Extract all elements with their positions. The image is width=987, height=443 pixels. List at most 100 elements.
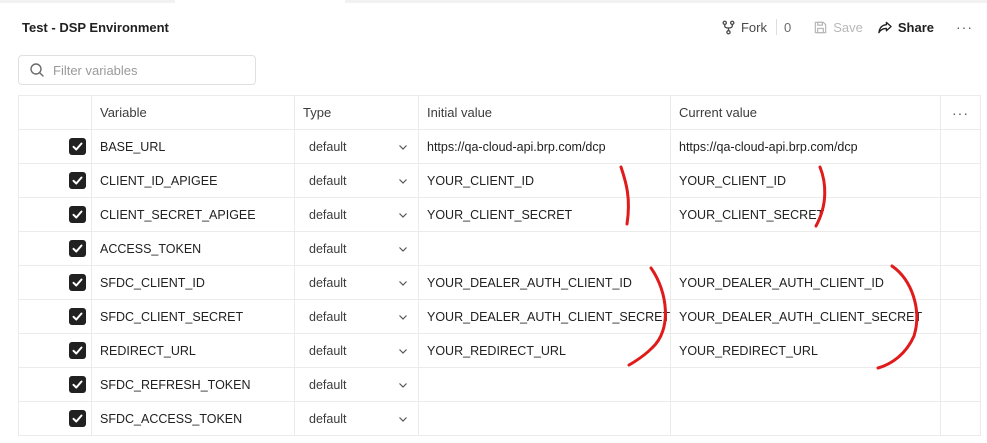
table-row: CLIENT_ID_APIGEE default YOUR_CLIENT_ID …	[18, 163, 981, 198]
current-value-cell[interactable]	[670, 367, 941, 402]
chevron-down-icon	[399, 314, 407, 320]
chevron-down-icon	[399, 178, 407, 184]
variable-name-cell[interactable]: REDIRECT_URL	[91, 333, 295, 368]
select-column-header	[18, 95, 92, 130]
table-header-row: Variable Type Initial value Current valu…	[18, 95, 981, 130]
checkmark-icon	[72, 380, 83, 389]
table-row: ACCESS_TOKEN default	[18, 231, 981, 266]
save-button[interactable]: Save	[813, 20, 863, 35]
row-checkbox[interactable]	[69, 308, 86, 325]
type-value: default	[309, 207, 347, 222]
type-cell[interactable]: default	[294, 163, 419, 198]
row-checkbox-cell	[18, 129, 92, 164]
type-cell[interactable]: default	[294, 265, 419, 300]
row-spacer-cell	[940, 163, 981, 198]
initial-value-cell[interactable]: YOUR_CLIENT_ID	[418, 163, 671, 198]
chevron-down-icon	[399, 416, 407, 422]
current-value-cell[interactable]: YOUR_DEALER_AUTH_CLIENT_SECRET	[670, 299, 941, 334]
current-value-cell[interactable]: YOUR_DEALER_AUTH_CLIENT_ID	[670, 265, 941, 300]
checkmark-icon	[72, 244, 83, 253]
type-cell[interactable]: default	[294, 401, 419, 436]
fork-button[interactable]: Fork	[721, 20, 767, 35]
table-row: REDIRECT_URL default YOUR_REDIRECT_URL Y…	[18, 333, 981, 368]
row-spacer-cell	[940, 333, 981, 368]
filter-variables-input[interactable]	[53, 62, 233, 78]
row-checkbox[interactable]	[69, 376, 86, 393]
initial-value-cell[interactable]: YOUR_CLIENT_SECRET	[418, 197, 671, 232]
row-checkbox[interactable]	[69, 410, 86, 427]
row-checkbox-cell	[18, 197, 92, 232]
column-menu-button[interactable]: ···	[940, 95, 981, 130]
row-checkbox-cell	[18, 367, 92, 402]
row-checkbox-cell	[18, 333, 92, 368]
more-options-button[interactable]: ···	[956, 19, 973, 35]
type-cell[interactable]: default	[294, 299, 419, 334]
initial-value-column-header: Initial value	[418, 95, 671, 130]
top-tab-strip	[0, 0, 987, 3]
variable-name-cell[interactable]: SFDC_REFRESH_TOKEN	[91, 367, 295, 402]
type-cell[interactable]: default	[294, 129, 419, 164]
initial-value-cell[interactable]	[418, 367, 671, 402]
checkmark-icon	[72, 278, 83, 287]
variable-name-cell[interactable]: SFDC_ACCESS_TOKEN	[91, 401, 295, 436]
current-value-cell[interactable]: YOUR_CLIENT_SECRET	[670, 197, 941, 232]
table-row: SFDC_CLIENT_ID default YOUR_DEALER_AUTH_…	[18, 265, 981, 300]
current-value-cell[interactable]: YOUR_REDIRECT_URL	[670, 333, 941, 368]
search-icon	[30, 63, 44, 77]
variable-name-cell[interactable]: SFDC_CLIENT_SECRET	[91, 299, 295, 334]
filter-variables-field[interactable]	[18, 55, 256, 85]
type-cell[interactable]: default	[294, 231, 419, 266]
row-checkbox[interactable]	[69, 138, 86, 155]
initial-value-cell[interactable]	[418, 401, 671, 436]
active-tab[interactable]	[175, 0, 345, 3]
table-row: SFDC_ACCESS_TOKEN default	[18, 401, 981, 436]
row-spacer-cell	[940, 129, 981, 164]
variables-table: Variable Type Initial value Current valu…	[18, 95, 981, 436]
type-value: default	[309, 139, 347, 154]
checkmark-icon	[72, 210, 83, 219]
table-row: SFDC_REFRESH_TOKEN default	[18, 367, 981, 402]
row-spacer-cell	[940, 299, 981, 334]
type-value: default	[309, 173, 347, 188]
current-value-cell[interactable]	[670, 231, 941, 266]
current-value-cell[interactable]	[670, 401, 941, 436]
type-value: default	[309, 241, 347, 256]
variable-name-cell[interactable]: CLIENT_SECRET_APIGEE	[91, 197, 295, 232]
type-cell[interactable]: default	[294, 333, 419, 368]
initial-value-cell[interactable]: YOUR_REDIRECT_URL	[418, 333, 671, 368]
initial-value-cell[interactable]: YOUR_DEALER_AUTH_CLIENT_ID	[418, 265, 671, 300]
checkmark-icon	[72, 176, 83, 185]
table-row: BASE_URL default https://qa-cloud-api.br…	[18, 129, 981, 164]
type-cell[interactable]: default	[294, 367, 419, 402]
row-checkbox-cell	[18, 401, 92, 436]
row-spacer-cell	[940, 401, 981, 436]
type-cell[interactable]: default	[294, 197, 419, 232]
type-value: default	[309, 275, 347, 290]
current-value-cell[interactable]: https://qa-cloud-api.brp.com/dcp	[670, 129, 941, 164]
type-column-header: Type	[294, 95, 419, 130]
initial-value-cell[interactable]	[418, 231, 671, 266]
row-checkbox[interactable]	[69, 206, 86, 223]
chevron-down-icon	[399, 382, 407, 388]
row-checkbox-cell	[18, 231, 92, 266]
variable-name-cell[interactable]: CLIENT_ID_APIGEE	[91, 163, 295, 198]
variable-name-cell[interactable]: BASE_URL	[91, 129, 295, 164]
variable-column-header: Variable	[91, 95, 295, 130]
row-checkbox-cell	[18, 299, 92, 334]
save-icon	[814, 21, 827, 33]
environment-title: Test - DSP Environment	[22, 20, 169, 35]
row-checkbox[interactable]	[69, 342, 86, 359]
current-value-cell[interactable]: YOUR_CLIENT_ID	[670, 163, 941, 198]
initial-value-cell[interactable]: https://qa-cloud-api.brp.com/dcp	[418, 129, 671, 164]
initial-value-cell[interactable]: YOUR_DEALER_AUTH_CLIENT_SECRET	[418, 299, 671, 334]
row-checkbox[interactable]	[69, 274, 86, 291]
fork-divider	[775, 19, 777, 35]
fork-label: Fork	[740, 19, 767, 35]
row-checkbox[interactable]	[69, 240, 86, 257]
chevron-down-icon	[399, 348, 407, 354]
share-button[interactable]: Share	[877, 20, 934, 35]
row-checkbox[interactable]	[69, 172, 86, 189]
checkmark-icon	[72, 414, 83, 423]
variable-name-cell[interactable]: SFDC_CLIENT_ID	[91, 265, 295, 300]
variable-name-cell[interactable]: ACCESS_TOKEN	[91, 231, 295, 266]
